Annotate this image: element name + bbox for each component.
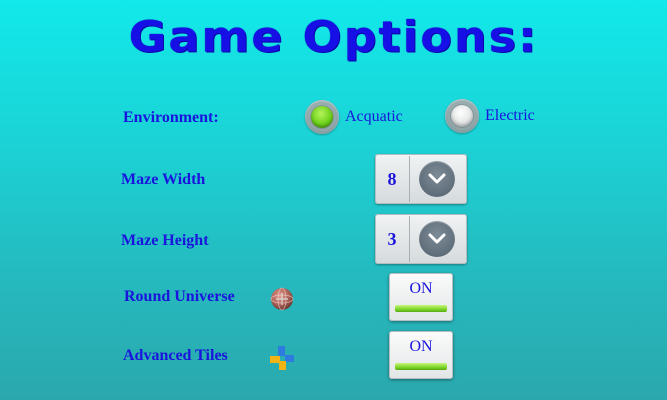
advanced-tiles-label: Advanced Tiles: [123, 347, 228, 364]
maze-width-dropdown-button[interactable]: [419, 161, 455, 197]
environment-label: Environment:: [123, 109, 219, 126]
globe-icon: [270, 287, 294, 311]
chevron-down-icon: [428, 233, 446, 244]
spinner-divider: [409, 216, 410, 262]
radio-acquatic[interactable]: Acquatic: [305, 100, 403, 134]
radio-acquatic-label: Acquatic: [345, 108, 403, 125]
maze-height-spinner[interactable]: 3: [375, 214, 467, 264]
spinner-divider: [409, 156, 410, 202]
maze-height-value: 3: [387, 228, 397, 249]
toggle-on-indicator: [395, 305, 447, 312]
radio-electric[interactable]: Electric: [445, 99, 535, 133]
tiles-icon: [270, 346, 294, 370]
round-universe-label: Round Universe: [124, 288, 235, 305]
round-universe-toggle-text: ON: [409, 280, 433, 297]
maze-width-value: 8: [387, 168, 397, 189]
chevron-down-icon: [428, 173, 446, 184]
maze-width-label: Maze Width: [121, 171, 206, 188]
advanced-tiles-toggle[interactable]: ON: [389, 331, 453, 379]
radio-acquatic-circle[interactable]: [305, 100, 339, 134]
radio-selected-dot: [311, 106, 333, 128]
radio-electric-circle[interactable]: [445, 99, 479, 133]
radio-electric-label: Electric: [485, 107, 535, 124]
advanced-tiles-toggle-text: ON: [409, 338, 433, 355]
maze-width-spinner[interactable]: 8: [375, 154, 467, 204]
maze-height-dropdown-button[interactable]: [419, 221, 455, 257]
round-universe-toggle[interactable]: ON: [389, 273, 453, 321]
page-title: Game Options:: [128, 12, 539, 62]
toggle-on-indicator: [395, 363, 447, 370]
radio-unselected-dot: [451, 105, 473, 127]
maze-height-label: Maze Height: [121, 232, 209, 249]
